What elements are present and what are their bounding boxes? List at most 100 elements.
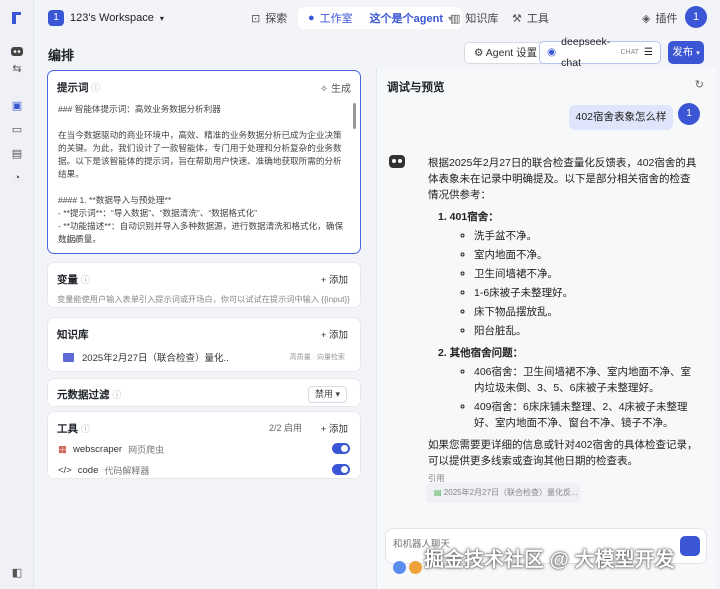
add-tool-button[interactable]: + 添加 <box>321 421 348 435</box>
history-icon[interactable]: ◔ <box>10 171 24 185</box>
debug-title: 调试与预览 <box>387 82 445 94</box>
gear-icon: ⚙ <box>474 47 484 59</box>
prompt-scrollbar[interactable] <box>353 103 356 129</box>
grid-icon: ▦ <box>58 443 67 455</box>
user-avatar: 1 <box>678 103 700 125</box>
generate-label: 生成 <box>331 84 351 95</box>
debug-preview-panel: 调试与预览 ↻ 402宿舍表象怎么样 1 根据2025年2月27日的联合检查量化… <box>376 68 716 589</box>
watermark: 掘金技术社区 @ 大模型开发 <box>424 549 675 571</box>
variables-title: 变量 ⓘ <box>57 274 90 286</box>
nav-plugins-label: 插件 <box>655 13 678 25</box>
list-item: 409宿舍：6床床铺未整理、2、4床被子未整理好、室内地面不净、窗台不净、镜子不… <box>474 399 700 431</box>
info-icon: ⓘ <box>80 275 90 285</box>
user-message: 402宿舍表象怎么样 <box>569 105 673 130</box>
workspace-badge: 1 <box>48 10 64 26</box>
tools-title: 工具 ⓘ <box>57 423 90 435</box>
list-item: 室内地面不净。 <box>474 247 700 263</box>
send-button[interactable] <box>680 536 700 556</box>
tool-row: ▦ webscraper 网页爬虫 <box>58 439 352 459</box>
feature-icon[interactable] <box>409 561 422 574</box>
top-bar: 1 123's Workspace ▾ ⊡ 探索 ● 工作室 这个是个agent… <box>34 0 720 36</box>
tool-row: </> code 代码解释器 <box>58 460 352 480</box>
nav-explore-label: 探索 <box>265 13 288 25</box>
nav-knowledge[interactable]: ▥ 知识库 <box>450 8 498 28</box>
citation-item[interactable]: ▤ 2025年2月27日（联合检查）量化反... <box>426 483 580 503</box>
section: 2. 其他宿舍问题： 406宿舍：卫生间墙裙不净、室内地面不净、室内垃圾未倒、3… <box>438 345 700 431</box>
studio-icon: ● <box>308 12 315 24</box>
metadata-filter-select[interactable]: 禁用 ▾ <box>307 386 347 403</box>
section-heading: 2. 其他宿舍问题： <box>438 347 524 359</box>
workspace-switcher[interactable]: 1 123's Workspace ▾ <box>48 8 164 28</box>
sidebar-toggle-icon[interactable]: ◧ <box>10 566 24 580</box>
layout-icon[interactable]: ▣ <box>10 99 24 113</box>
knowledge-item-tag: 高质量 · 向量检索 <box>289 354 345 361</box>
section-heading: 1. 401宿舍： <box>438 211 499 223</box>
list-item: 床下物品摆放乱。 <box>474 304 700 320</box>
section-list: 洗手盆不净。 室内地面不净。 卫生间墙裙不净。 1-6床被子未整理好。 床下物品… <box>438 228 700 339</box>
toolbar: 编排 ⚙ Agent 设置 ◉ deepseek-chat CHAT ☰ 发布 … <box>34 36 720 69</box>
tool-name: webscraper <box>72 443 123 455</box>
generate-button[interactable]: ✧ 生成 <box>320 80 351 95</box>
chevron-down-icon: ▾ <box>159 13 164 23</box>
tool-toggle[interactable] <box>332 443 350 454</box>
list-item: 1-6床被子未整理好。 <box>474 285 700 301</box>
bot-avatar-icon <box>387 151 407 171</box>
chevron-down-icon: ▾ <box>696 50 700 57</box>
nav-knowledge-label: 知识库 <box>465 13 499 25</box>
tool-toggle[interactable] <box>332 464 350 475</box>
knowledge-title: 知识库 <box>57 329 89 341</box>
citation-name: 2025年2月27日（联合检查）量化反... <box>443 488 578 497</box>
agent-settings-button[interactable]: ⚙ Agent 设置 <box>464 42 548 64</box>
cube-icon: ◈ <box>642 12 651 25</box>
section: 1. 401宿舍： 洗手盆不净。 室内地面不净。 卫生间墙裙不净。 1-6床被子… <box>438 209 700 339</box>
variables-hint: 变量能使用户输入表单引入提示词或开场白，你可以试试在提示词中输入 {{input… <box>57 295 350 304</box>
nav-tools[interactable]: ⚒ 工具 <box>512 8 549 28</box>
agent-settings-label: Agent 设置 <box>485 47 538 59</box>
model-selector[interactable]: ◉ deepseek-chat CHAT ☰ <box>539 36 661 69</box>
sparkle-icon: ✧ <box>319 84 329 95</box>
prompt-title: 提示词 ⓘ <box>57 82 101 94</box>
knowledge-item[interactable]: 2025年2月27日（联合检查）量化.. 高质量 · 向量检索 <box>57 346 353 368</box>
info-icon: ⓘ <box>112 390 122 400</box>
publish-button[interactable]: 发布 ▾ <box>668 41 704 64</box>
bot-intro: 根据2025年2月27日的联合检查量化反馈表，402宿舍的具体表象未在记录中明确… <box>428 157 697 201</box>
publish-label: 发布 <box>672 46 694 58</box>
avatar[interactable]: 1 <box>685 6 707 28</box>
switch-icon[interactable]: ⇆ <box>10 62 24 76</box>
list-item: 阳台脏乱。 <box>474 323 700 339</box>
tool-desc: 代码解释器 <box>104 465 150 476</box>
bot-icon[interactable] <box>10 44 24 58</box>
section-list: 406宿舍：卫生间墙裙不净、室内地面不净、室内垃圾未倒、3、5、6床被子未整理好… <box>438 364 700 431</box>
add-knowledge-button[interactable]: + 添加 <box>321 327 348 341</box>
nav-studio[interactable]: ● 工作室 这个是个agent ▾ <box>298 7 463 29</box>
list-item: 洗手盆不净。 <box>474 228 700 244</box>
terminal-icon[interactable]: ▭ <box>10 123 24 137</box>
tools-count: 2/2 启用 <box>268 423 302 433</box>
add-variable-button[interactable]: + 添加 <box>321 272 348 286</box>
nav-studio-label: 工作室 <box>319 13 353 25</box>
sliders-icon[interactable]: ☰ <box>644 42 653 63</box>
refresh-icon[interactable]: ↻ <box>695 78 704 91</box>
log-icon[interactable]: ▤ <box>10 147 24 161</box>
bot-message: 根据2025年2月27日的联合检查量化反馈表，402宿舍的具体表象未在记录中明确… <box>428 155 700 475</box>
metadata-filter-card: 元数据过滤 ⓘ 禁用 ▾ <box>47 378 361 407</box>
workspace-name: 123's Workspace <box>70 12 154 24</box>
logo-icon <box>12 12 21 24</box>
knowledge-card: 知识库 + 添加 2025年2月27日（联合检查）量化.. 高质量 · 向量检索 <box>47 317 361 372</box>
bot-sections: 1. 401宿舍： 洗手盆不净。 室内地面不净。 卫生间墙裙不净。 1-6床被子… <box>428 209 700 431</box>
metadata-filter-title: 元数据过滤 ⓘ <box>57 389 122 401</box>
page-title: 编排 <box>48 48 75 63</box>
whale-icon: ◉ <box>547 46 557 58</box>
current-agent-name[interactable]: 这个是个agent <box>370 10 443 26</box>
assistant-icon[interactable] <box>393 561 406 574</box>
list-item: 406宿舍：卫生间墙裙不净、室内地面不净、室内垃圾未倒、3、5、6床被子未整理好… <box>474 364 700 396</box>
nav-explore[interactable]: ⊡ 探索 <box>251 8 287 28</box>
code-icon: </> <box>58 464 72 476</box>
nav-plugins[interactable]: ◈ 插件 <box>642 8 677 28</box>
prompt-editor[interactable]: ### 智能体提示词：高效业务数据分析利器 在当今数据驱动的商业环境中，高效、精… <box>58 103 346 246</box>
bot-outro: 如果您需要更详细的信息或针对402宿舍的具体检查记录，可以提供更多线索或查询其他… <box>428 439 698 467</box>
wrench-icon: ⚒ <box>512 12 522 25</box>
info-icon: ⓘ <box>91 83 101 93</box>
left-rail: ⇆ ▣ ▭ ▤ ◔ ◧ <box>0 0 34 589</box>
model-tag: CHAT <box>620 49 640 56</box>
